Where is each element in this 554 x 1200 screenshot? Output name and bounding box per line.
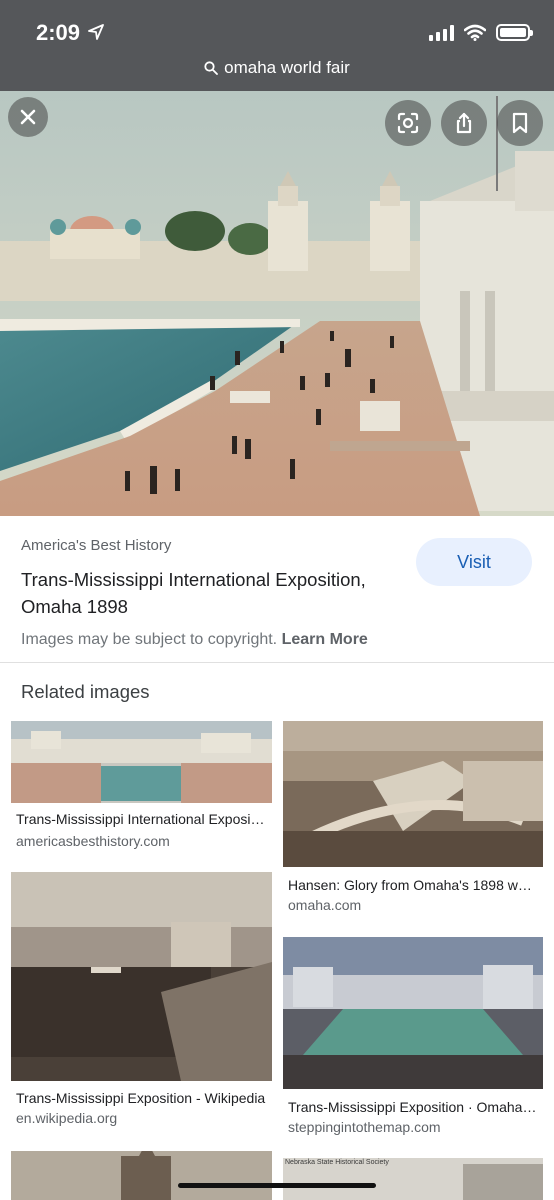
status-icons: [429, 24, 533, 41]
copyright-text: Images may be subject to copyright.: [21, 631, 278, 648]
related-item[interactable]: Trans-Mississippi International Expositi…: [11, 721, 272, 856]
close-button[interactable]: [8, 97, 48, 137]
related-domain: steppingintothemap.com: [288, 1119, 441, 1135]
related-item[interactable]: [11, 1151, 272, 1200]
related-thumbnail: [11, 1151, 272, 1200]
related-caption: Trans-Mississippi Exposition · Omaha, Ne…: [288, 1099, 538, 1115]
bookmark-button[interactable]: [497, 100, 543, 146]
location-arrow-icon: [88, 24, 104, 40]
visit-button[interactable]: Visit: [416, 538, 532, 586]
home-indicator[interactable]: [178, 1183, 376, 1188]
lens-button[interactable]: [385, 100, 431, 146]
search-query: omaha world fair: [224, 58, 350, 77]
related-item[interactable]: Trans-Mississippi Exposition - Wikipedia…: [11, 872, 272, 1128]
exposition-photo: [0, 91, 554, 516]
lens-icon: [397, 112, 419, 134]
source-name[interactable]: America's Best History: [21, 537, 171, 554]
related-caption: Trans-Mississippi International Expositi…: [16, 811, 268, 827]
related-thumbnail: Nebraska State Historical Society: [283, 1158, 543, 1200]
learn-more-link[interactable]: Learn More: [282, 631, 368, 648]
related-domain: en.wikipedia.org: [16, 1110, 118, 1126]
related-domain: americasbesthistory.com: [16, 833, 170, 849]
copyright-notice: Images may be subject to copyright. Lear…: [21, 631, 368, 649]
status-time: 2:09: [36, 20, 81, 45]
related-domain: omaha.com: [288, 897, 362, 913]
related-thumbnail: [283, 937, 543, 1089]
divider: [0, 662, 554, 663]
battery-icon: [496, 24, 533, 41]
related-item[interactable]: Trans-Mississippi Exposition · Omaha, Ne…: [283, 937, 543, 1137]
wifi-icon: [464, 24, 486, 41]
related-thumbnail: [283, 721, 543, 867]
related-caption: Hansen: Glory from Omaha's 1898 world's …: [288, 877, 538, 893]
related-images-heading: Related images: [21, 681, 150, 702]
top-bar: 2:09 omaha world fair: [0, 0, 554, 91]
close-icon: [20, 109, 36, 125]
search-query-bar[interactable]: omaha world fair: [0, 58, 554, 78]
share-button[interactable]: [441, 100, 487, 146]
share-icon: [456, 112, 472, 134]
related-item[interactable]: Hansen: Glory from Omaha's 1898 world's …: [283, 721, 543, 921]
result-title[interactable]: Trans-Mississippi International Expositi…: [21, 566, 401, 620]
bookmark-icon: [512, 112, 528, 134]
search-icon: [204, 61, 219, 75]
hero-image[interactable]: [0, 91, 554, 516]
cellular-signal-icon: [429, 24, 454, 41]
related-thumbnail: [11, 872, 272, 1081]
related-caption: Trans-Mississippi Exposition - Wikipedia: [16, 1090, 266, 1106]
related-thumbnail: [11, 721, 272, 803]
related-item[interactable]: Nebraska State Historical Society: [283, 1158, 543, 1200]
